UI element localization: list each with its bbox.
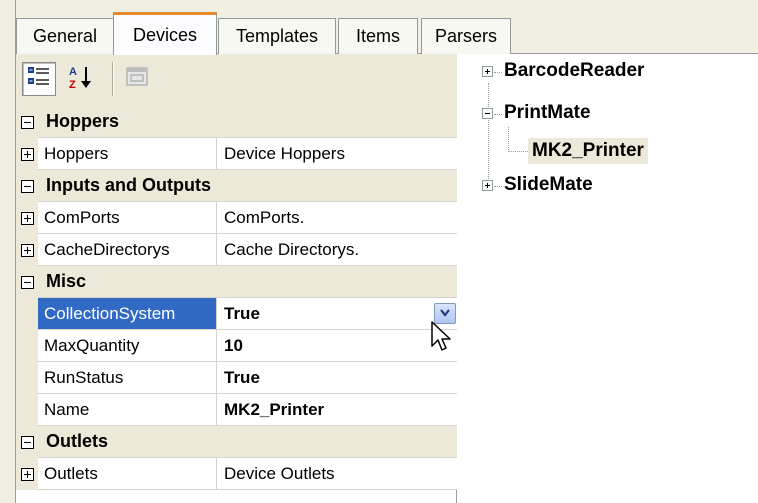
- left-border: [0, 0, 16, 503]
- property-grid-rows: Hoppers Hoppers Device Hoppers Inputs an…: [16, 106, 457, 490]
- property-name: CollectionSystem: [38, 298, 217, 329]
- property-row-runstatus[interactable]: RunStatus True: [16, 362, 457, 394]
- property-grid-toolbar: A Z: [16, 54, 457, 106]
- property-value[interactable]: Cache Directorys.: [218, 234, 457, 265]
- category-hoppers[interactable]: Hoppers: [16, 106, 457, 138]
- property-value[interactable]: MK2_Printer: [218, 394, 457, 425]
- tree-node-slidemate[interactable]: SlideMate: [504, 172, 593, 198]
- expand-icon[interactable]: [20, 243, 34, 257]
- tree-node-mk2-printer[interactable]: MK2_Printer: [528, 138, 648, 164]
- property-name: Outlets: [38, 458, 217, 489]
- tree-expand-icon[interactable]: [482, 180, 493, 191]
- category-misc[interactable]: Misc: [16, 266, 457, 298]
- property-row-collectionsystem[interactable]: CollectionSystem True: [16, 298, 457, 330]
- categorized-icon: [27, 65, 51, 94]
- expand-icon[interactable]: [20, 147, 34, 161]
- tab-label: Items: [355, 26, 400, 46]
- tree-connector: [494, 72, 502, 73]
- tree-connector: [508, 127, 509, 152]
- property-row-maxquantity[interactable]: MaxQuantity 10: [16, 330, 457, 362]
- expand-icon[interactable]: [20, 467, 34, 481]
- tab-label: Parsers: [434, 26, 497, 46]
- property-name: Name: [38, 394, 217, 425]
- category-label: Inputs and Outputs: [46, 175, 211, 195]
- collapse-icon[interactable]: [20, 435, 34, 449]
- tab-strip: General Devices Templates Items Parsers: [0, 0, 758, 55]
- tab-label: Devices: [132, 24, 198, 45]
- tree-collapse-icon[interactable]: [482, 108, 493, 119]
- property-name: MaxQuantity: [38, 330, 217, 361]
- property-name: CacheDirectorys: [38, 234, 217, 265]
- property-name: Hoppers: [38, 138, 217, 169]
- tab-devices[interactable]: Devices: [113, 12, 217, 55]
- device-tree: BarcodeReader PrintMate MK2_Printer Slid…: [458, 54, 758, 503]
- tree-node-barcodereader[interactable]: BarcodeReader: [504, 58, 644, 84]
- category-label: Outlets: [46, 431, 109, 451]
- category-outlets[interactable]: Outlets: [16, 426, 457, 458]
- property-row-hoppers[interactable]: Hoppers Device Hoppers: [16, 138, 457, 170]
- tab-items[interactable]: Items: [338, 18, 418, 54]
- alphabetical-button[interactable]: A Z: [64, 62, 98, 96]
- property-value[interactable]: Device Outlets: [218, 458, 457, 489]
- tab-label: Templates: [235, 26, 319, 46]
- category-inputs-and-outputs[interactable]: Inputs and Outputs: [16, 170, 457, 202]
- category-label: Hoppers: [46, 111, 120, 131]
- tree-connector: [508, 151, 530, 152]
- category-label: Misc: [46, 271, 87, 291]
- svg-text:Z: Z: [69, 79, 76, 91]
- tree-connector: [494, 186, 502, 187]
- tree-expand-icon[interactable]: [482, 66, 493, 77]
- tab-templates[interactable]: Templates: [218, 18, 336, 54]
- expand-icon[interactable]: [20, 211, 34, 225]
- property-value[interactable]: ComPorts.: [218, 202, 457, 233]
- property-row-name[interactable]: Name MK2_Printer: [16, 394, 457, 426]
- property-value[interactable]: 10: [218, 330, 457, 361]
- mouse-pointer-icon: [430, 320, 452, 359]
- property-row-comports[interactable]: ComPorts ComPorts.: [16, 202, 457, 234]
- property-grid: A Z Hoppers Hoppers Device Hoppers Input…: [16, 54, 457, 503]
- svg-text:A: A: [69, 66, 77, 78]
- tree-connector: [488, 83, 489, 185]
- property-pages-button[interactable]: [120, 62, 154, 96]
- collapse-icon[interactable]: [20, 115, 34, 129]
- property-row-cachedirectorys[interactable]: CacheDirectorys Cache Directorys.: [16, 234, 457, 266]
- categorized-button[interactable]: [22, 62, 56, 96]
- tab-parsers[interactable]: Parsers: [421, 18, 511, 54]
- property-name: RunStatus: [38, 362, 217, 393]
- collapse-icon[interactable]: [20, 179, 34, 193]
- property-value[interactable]: True: [218, 298, 457, 329]
- property-name: ComPorts: [38, 202, 217, 233]
- property-value[interactable]: Device Hoppers: [218, 138, 457, 169]
- tab-label: General: [32, 26, 98, 46]
- toolbar-separator: [112, 62, 114, 96]
- alphabetical-sort-icon: A Z: [67, 63, 95, 96]
- collapse-icon[interactable]: [20, 275, 34, 289]
- property-row-outlets[interactable]: Outlets Device Outlets: [16, 458, 457, 490]
- property-value[interactable]: True: [218, 362, 457, 393]
- tab-general[interactable]: General: [16, 18, 114, 54]
- tree-connector: [494, 114, 502, 115]
- property-pages-icon: [125, 66, 149, 93]
- tree-node-printmate[interactable]: PrintMate: [504, 100, 591, 126]
